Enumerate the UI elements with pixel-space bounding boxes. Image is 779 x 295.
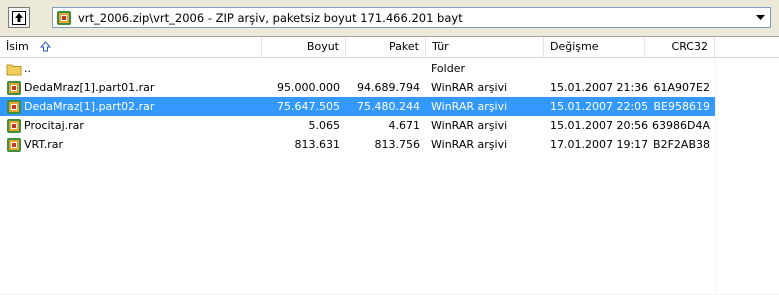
- column-header-type[interactable]: Tür: [426, 37, 544, 57]
- rar-file-icon: [7, 138, 21, 152]
- archive-path-field[interactable]: vrt_2006.zip\vrt_2006 - ZIP arşiv, paket…: [52, 7, 771, 28]
- file-type: WinRAR arşivi: [431, 119, 508, 132]
- up-folder-button[interactable]: [8, 7, 30, 28]
- path-dropdown-button[interactable]: [752, 9, 769, 26]
- column-header-crc-label: CRC32: [671, 40, 708, 53]
- list-item[interactable]: VRT.rar 813.631 813.756 WinRAR arşivi 17…: [0, 135, 715, 154]
- list-item-selected[interactable]: DedaMraz[1].part02.rar 75.647.505 75.480…: [0, 97, 715, 116]
- rar-file-icon: [7, 81, 21, 95]
- file-list: İsim Boyut Paket Tür Değişme CRC32 .. Fo…: [0, 36, 779, 295]
- file-size: [260, 59, 340, 78]
- folder-icon: [6, 64, 22, 76]
- archive-path-text: vrt_2006.zip\vrt_2006 - ZIP arşiv, paket…: [78, 11, 463, 25]
- file-size: 5.065: [308, 119, 341, 132]
- column-header-packed[interactable]: Paket: [346, 37, 426, 57]
- chevron-down-icon: [756, 14, 765, 20]
- file-crc: [630, 59, 710, 78]
- list-item[interactable]: DedaMraz[1].part01.rar 95.000.000 94.689…: [0, 78, 715, 97]
- file-packed-size: 94.689.794: [357, 81, 420, 94]
- column-header-size[interactable]: Boyut: [262, 37, 346, 57]
- up-arrow-icon: [12, 10, 26, 25]
- file-type: WinRAR arşivi: [431, 81, 508, 94]
- column-header-modified-label: Değişme: [550, 40, 599, 53]
- column-header-type-label: Tür: [432, 40, 449, 53]
- sort-ascending-icon: [40, 41, 51, 52]
- file-name: DedaMraz[1].part01.rar: [24, 81, 155, 94]
- column-header-size-label: Boyut: [306, 40, 339, 53]
- file-name: ..: [24, 62, 31, 75]
- file-size: 813.631: [294, 138, 341, 151]
- file-crc: 63986D4A: [652, 119, 710, 132]
- column-header-name[interactable]: İsim: [0, 37, 262, 57]
- zip-archive-icon: [57, 11, 71, 25]
- column-divider: [715, 58, 716, 295]
- column-header-packed-label: Paket: [389, 40, 419, 53]
- file-packed-size: 813.756: [374, 138, 421, 151]
- file-type: WinRAR arşivi: [431, 138, 508, 151]
- file-crc: B2F2AB38: [653, 138, 710, 151]
- file-crc: 61A907E2: [653, 81, 710, 94]
- file-size: 95.000.000: [277, 81, 340, 94]
- file-packed-size: [345, 59, 420, 78]
- address-toolbar: vrt_2006.zip\vrt_2006 - ZIP arşiv, paket…: [0, 0, 779, 36]
- column-header-row: İsim Boyut Paket Tür Değişme CRC32: [0, 37, 779, 58]
- file-type: WinRAR arşivi: [431, 100, 508, 113]
- file-name: Procitaj.rar: [24, 119, 84, 132]
- list-item-parent-folder[interactable]: .. Folder: [0, 59, 715, 78]
- column-header-crc[interactable]: CRC32: [645, 37, 715, 57]
- column-header-modified[interactable]: Değişme: [544, 37, 645, 57]
- file-type: Folder: [431, 62, 465, 75]
- rar-file-icon: [7, 119, 21, 133]
- file-size: 75.647.505: [277, 100, 340, 113]
- file-name: DedaMraz[1].part02.rar: [24, 100, 155, 113]
- list-item[interactable]: Procitaj.rar 5.065 4.671 WinRAR arşivi 1…: [0, 116, 715, 135]
- file-packed-size: 75.480.244: [357, 100, 420, 113]
- file-crc: BE958619: [653, 100, 711, 113]
- file-packed-size: 4.671: [388, 119, 421, 132]
- column-header-name-label: İsim: [6, 40, 29, 53]
- file-name: VRT.rar: [24, 138, 64, 151]
- rar-file-icon: [7, 100, 21, 114]
